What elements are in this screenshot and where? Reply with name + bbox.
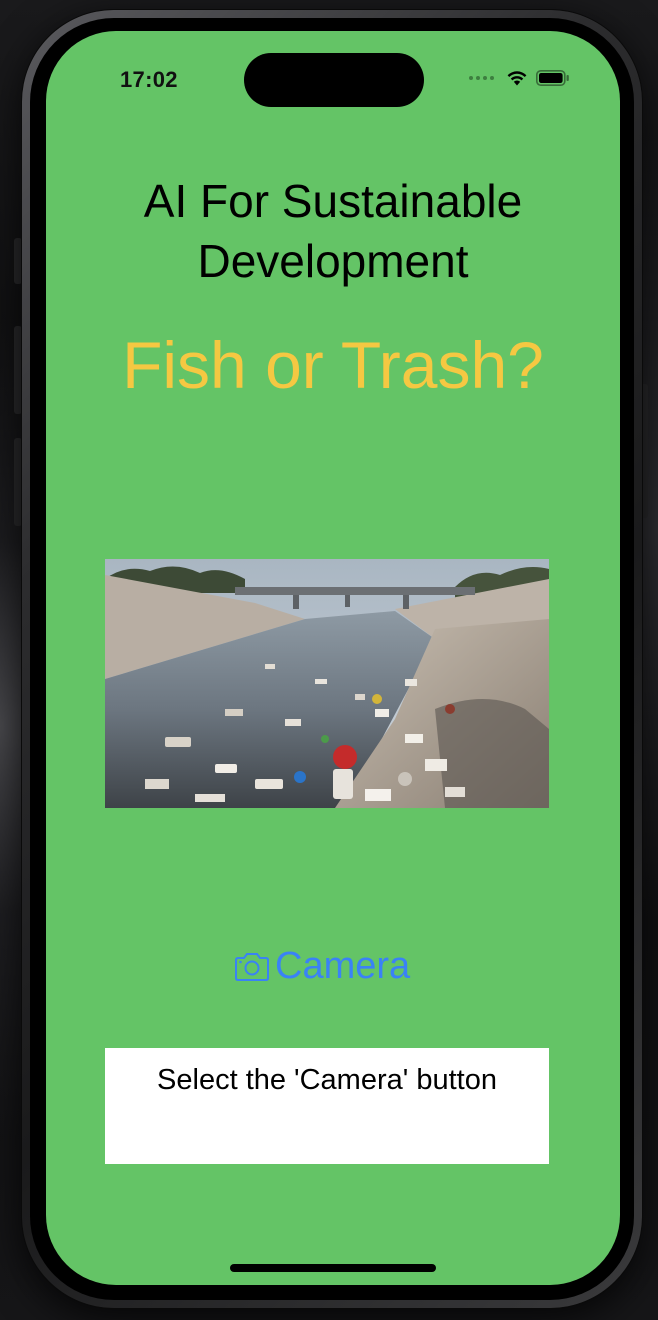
camera-button-label: Camera bbox=[275, 945, 411, 987]
app-screen: 17:02 AI For Sustainable Development Fis… bbox=[46, 31, 620, 1285]
status-time: 17:02 bbox=[120, 67, 178, 92]
wifi-icon bbox=[507, 71, 527, 86]
camera-button[interactable]: Camera bbox=[233, 945, 410, 988]
camera-icon bbox=[235, 952, 269, 981]
sample-photo-river-trash bbox=[105, 559, 549, 808]
cellular-signal-icon bbox=[469, 75, 494, 80]
app-subtitle: Fish or Trash? bbox=[122, 328, 544, 402]
result-panel: Select the 'Camera' button bbox=[105, 1048, 549, 1164]
action-button bbox=[14, 238, 22, 284]
app-title: AI For Sustainable Development bbox=[143, 175, 523, 287]
volume-up-button bbox=[14, 326, 22, 414]
status-icons bbox=[469, 69, 570, 86]
result-text: Select the 'Camera' button bbox=[157, 1064, 497, 1096]
home-indicator[interactable] bbox=[230, 1264, 436, 1272]
battery-icon bbox=[536, 69, 569, 86]
volume-down-button bbox=[14, 438, 22, 526]
dynamic-island bbox=[244, 53, 424, 107]
